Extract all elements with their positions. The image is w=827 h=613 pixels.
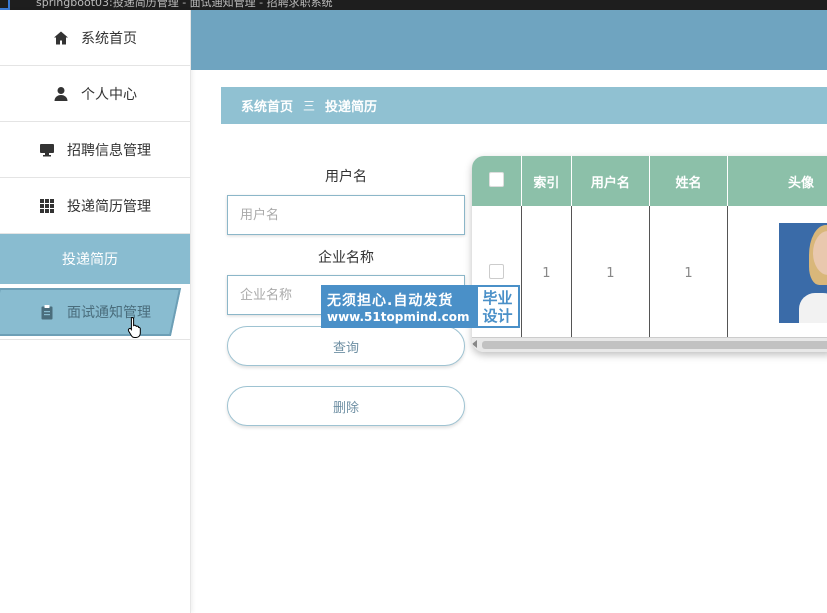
scrollbar-thumb[interactable] <box>482 341 827 349</box>
watermark-badge1: 毕业 <box>482 288 513 307</box>
delete-button[interactable]: 删除 <box>227 386 465 426</box>
cell-index: 1 <box>521 206 572 340</box>
cell-name: 1 <box>649 206 729 340</box>
top-header-bar <box>191 10 827 70</box>
breadcrumb: 系统首页 三 投递简历 <box>221 87 827 124</box>
sidebar-item-label: 投递简历管理 <box>67 198 151 215</box>
window-titlebar: springboot03:投递简历管理 - 面试通知管理 - 招聘求职系统 <box>0 0 827 10</box>
home-icon <box>53 30 69 46</box>
column-header: 姓名 <box>649 156 729 206</box>
sidebar-item-home[interactable]: 系统首页 <box>0 10 190 66</box>
column-select <box>472 156 522 206</box>
scroll-left-icon[interactable] <box>472 340 477 348</box>
hand-cursor-icon <box>127 316 141 338</box>
username-input[interactable] <box>227 195 465 235</box>
sidebar-item-interview-notice[interactable]: 面试通知管理 <box>0 284 190 340</box>
sidebar-item-job-info[interactable]: 招聘信息管理 <box>0 122 190 178</box>
grid-icon <box>39 198 55 214</box>
window-title: springboot03:投递简历管理 - 面试通知管理 - 招聘求职系统 <box>36 0 333 9</box>
watermark-badge-box: 毕业 设计 <box>475 285 520 328</box>
breadcrumb-home[interactable]: 系统首页 <box>241 96 293 115</box>
row-checkbox[interactable] <box>488 263 504 279</box>
sidebar-item-personal-center[interactable]: 个人中心 <box>0 66 190 122</box>
watermark-line2: www.51topmind.com <box>327 309 470 324</box>
query-button[interactable]: 查询 <box>227 326 465 366</box>
sidebar-item-label: 个人中心 <box>81 86 137 103</box>
cell-avatar <box>728 206 827 340</box>
username-label: 用户名 <box>325 169 367 185</box>
watermark-text: 无须担心.自动发货 www.51topmind.com <box>321 285 476 328</box>
sidebar: 系统首页 个人中心 招聘信息管理 投递简历管理 投递简历 面试通知管理 <box>0 10 191 613</box>
column-header: 头像 <box>727 156 827 206</box>
sidebar-item-label: 系统首页 <box>81 30 137 47</box>
cell-username: 1 <box>571 206 650 340</box>
horizontal-scrollbar[interactable] <box>472 337 827 352</box>
watermark-badge: 无须担心.自动发货 www.51topmind.com 毕业 设计 <box>321 285 520 328</box>
app-icon <box>0 0 10 10</box>
watermark-line1: 无须担心.自动发货 <box>327 292 454 309</box>
breadcrumb-current: 投递简历 <box>325 100 378 115</box>
sidebar-item-label: 投递简历 <box>62 252 118 268</box>
user-icon <box>53 86 69 102</box>
avatar-photo <box>779 223 827 323</box>
company-name-label: 企业名称 <box>318 250 374 266</box>
breadcrumb-separator: 三 <box>303 99 316 113</box>
watermark-badge2: 设计 <box>482 306 513 325</box>
sidebar-item-label: 招聘信息管理 <box>67 142 151 159</box>
resume-table: 索引 用户名 姓名 头像 1 1 1 <box>472 156 827 352</box>
sidebar-item-resume-management[interactable]: 投递简历管理 <box>0 178 190 234</box>
column-header: 索引 <box>521 156 572 206</box>
table-row: 1 1 1 <box>472 206 827 340</box>
monitor-icon <box>39 142 55 158</box>
select-all-checkbox[interactable] <box>488 171 504 187</box>
clipboard-icon <box>39 304 55 320</box>
sidebar-subitem-resume[interactable]: 投递简历 <box>0 234 190 284</box>
column-header: 用户名 <box>571 156 650 206</box>
